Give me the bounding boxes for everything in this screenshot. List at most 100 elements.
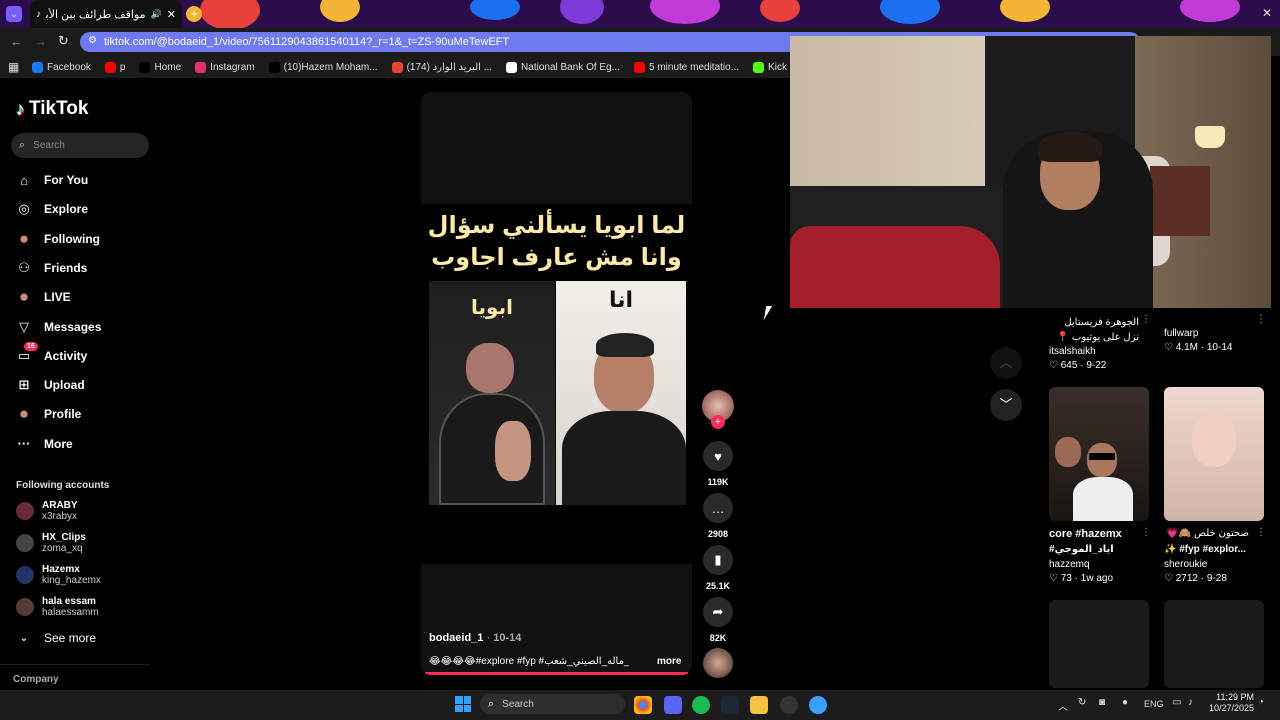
grid-author[interactable]: fullwarp xyxy=(1164,328,1198,339)
reload-icon[interactable]: ↻ xyxy=(58,33,69,49)
bookmark-item[interactable]: Home xyxy=(139,61,181,73)
video-progress-bar[interactable] xyxy=(425,672,688,675)
volume-icon[interactable]: ♪ xyxy=(1188,697,1193,708)
active-tab[interactable]: ♪ مواقف طرائف بين الأبناء والآ 🔊 ✕ xyxy=(30,0,182,28)
bookmark-label: 5 minute meditatio... xyxy=(649,61,740,73)
tray-chevron-icon[interactable]: ︿ xyxy=(1058,698,1068,713)
music-disc-avatar[interactable] xyxy=(703,648,733,678)
new-tab-icon[interactable]: + xyxy=(186,6,202,22)
share-icon[interactable]: ➦ xyxy=(703,597,733,627)
speaker-icon[interactable]: 🔊 xyxy=(151,9,162,20)
share-action[interactable]: ➦ 82K xyxy=(702,597,734,643)
nav-item-activity[interactable]: ▭ 16 Activity xyxy=(16,341,87,364)
thumb-shirt xyxy=(1073,477,1133,521)
nav-item-upload[interactable]: ⊞ Upload xyxy=(16,377,85,393)
grid-title-line2[interactable]: #اياد_الموجي xyxy=(1049,544,1114,555)
nav-item-for-you[interactable]: ⌂ For You xyxy=(16,172,88,188)
grid-title-line2[interactable]: ✨ #fyp #explor... xyxy=(1164,544,1246,555)
bookmark-item[interactable]: Kick xyxy=(753,61,787,73)
nav-item-more[interactable]: ··· More xyxy=(16,436,73,452)
microphone-icon[interactable]: ● xyxy=(1122,697,1128,708)
chrome-icon[interactable] xyxy=(634,696,652,714)
bookmark-item[interactable]: Instagram xyxy=(195,61,255,73)
bookmark-item[interactable]: Facebook xyxy=(32,61,91,73)
following-account[interactable]: Hazemx king_hazemx xyxy=(16,564,101,586)
sync-icon[interactable]: ↻ xyxy=(1078,697,1086,708)
grid-title[interactable]: core #hazemx xyxy=(1049,528,1122,540)
see-more-button[interactable]: ⌄ See more xyxy=(16,630,96,646)
controller-icon[interactable]: ◙ xyxy=(1099,697,1105,708)
close-tab-icon[interactable]: ✕ xyxy=(167,8,176,21)
like-action[interactable]: ♥ 119K xyxy=(702,441,734,487)
grid-title[interactable]: صحتون خلص 🙈💗 xyxy=(1164,528,1249,539)
nav-item-friends[interactable]: ⚇ Friends xyxy=(16,260,87,276)
nav-item-messages[interactable]: ▽ Messages xyxy=(16,319,101,335)
more-options-icon[interactable]: ⋮ xyxy=(1256,314,1266,325)
site-info-icon[interactable]: ⚙ xyxy=(88,35,97,46)
scroll-down-button[interactable]: ﹀ xyxy=(990,389,1022,421)
company-link[interactable]: Company xyxy=(13,674,59,685)
comment-action[interactable]: … 2908 xyxy=(702,493,734,539)
following-account[interactable]: hala essam halaessamm xyxy=(16,596,99,618)
grid-author[interactable]: itsalshaikh xyxy=(1049,346,1096,357)
nav-item-profile[interactable]: ● Profile xyxy=(16,404,81,423)
nav-item-explore[interactable]: ◎ Explore xyxy=(16,201,88,217)
video-thumbnail-placeholder[interactable] xyxy=(1164,600,1264,688)
more-options-icon[interactable]: ⋮ xyxy=(1256,527,1266,538)
following-account[interactable]: ARABY x3rabyx xyxy=(16,500,78,522)
notification-bell-icon[interactable]: ◔ xyxy=(1258,697,1264,708)
video-thumbnail[interactable] xyxy=(1049,387,1149,521)
follow-plus-icon[interactable]: + xyxy=(711,415,725,429)
forward-icon[interactable]: → xyxy=(34,34,47,49)
heart-icon[interactable]: ♥ xyxy=(703,441,733,471)
video-author[interactable]: bodaeid_1 xyxy=(429,632,483,644)
grid-likes: 645 xyxy=(1060,360,1078,371)
back-icon[interactable]: ← xyxy=(10,34,23,49)
nav-item-live[interactable]: ● LIVE xyxy=(16,287,71,306)
steam-icon[interactable] xyxy=(721,696,739,714)
bookmark-item[interactable]: National Bank Of Eg... xyxy=(506,61,620,73)
grid-stats: ♡ 2712 · 9-28 xyxy=(1164,573,1227,584)
network-icon[interactable]: ▭ xyxy=(1172,697,1181,708)
file-explorer-icon[interactable] xyxy=(750,696,768,714)
tab-search-chevron-icon[interactable]: ⌄ xyxy=(6,6,22,22)
comment-icon[interactable]: … xyxy=(703,493,733,523)
more-options-icon[interactable]: ⋮ xyxy=(1141,314,1151,325)
tiktok-logo[interactable]: ♪ TikTok xyxy=(16,98,88,120)
video-date: 10-14 xyxy=(493,632,522,644)
save-count: 25.1K xyxy=(705,581,731,591)
search-input[interactable]: ⌕ Search xyxy=(11,133,149,158)
grid-title[interactable]: الجوهرة فريستايل نزل على يوتيوب 📍 xyxy=(1049,315,1139,345)
clock[interactable]: 11:29 PM 10/27/2025 xyxy=(1206,692,1254,714)
tiktok-note-icon: ♪ xyxy=(16,98,25,119)
wallpaper-shape xyxy=(560,0,604,24)
grid-date: 1w ago xyxy=(1080,573,1114,584)
language-indicator[interactable]: ENG xyxy=(1144,699,1164,709)
video-thumbnail[interactable] xyxy=(1164,387,1264,521)
nav-item-following[interactable]: ● Following xyxy=(16,229,100,248)
browser-app-icon[interactable] xyxy=(809,696,827,714)
description-more-button[interactable]: more xyxy=(657,656,681,667)
window-close-icon[interactable]: ✕ xyxy=(1262,6,1272,20)
scroll-up-button[interactable]: ︿ xyxy=(990,347,1022,379)
spotify-icon[interactable] xyxy=(692,696,710,714)
video-player[interactable]: لما ابويا يسألني سؤال وانا مش عارف اجاوب… xyxy=(421,92,692,675)
taskbar-search[interactable]: ⌕ Search xyxy=(480,694,625,714)
discord-icon[interactable] xyxy=(664,696,682,714)
more-options-icon[interactable]: ⋮ xyxy=(1141,527,1151,538)
bookmark-icon[interactable]: ▮ xyxy=(703,545,733,575)
following-account[interactable]: HX_Clips zoma_xq xyxy=(16,532,86,554)
video-thumbnail-placeholder[interactable] xyxy=(1049,600,1149,688)
apps-grid-icon[interactable]: ▦ xyxy=(8,60,19,74)
paper-plane-icon: ▽ xyxy=(19,318,29,334)
save-action[interactable]: ▮ 25.1K xyxy=(702,545,734,591)
bookmark-item[interactable]: 5 minute meditatio... xyxy=(634,61,740,73)
bookmark-item[interactable]: (10)Hazem Moham... xyxy=(268,61,378,73)
windows-start-icon[interactable] xyxy=(455,696,471,712)
app-icon[interactable] xyxy=(780,696,798,714)
bookmark-item[interactable]: (174) البريد الوارد ... xyxy=(391,61,492,73)
grid-author[interactable]: hazzemq xyxy=(1049,559,1090,570)
grid-author[interactable]: sheroukie xyxy=(1164,559,1207,570)
bookmark-item[interactable]: p xyxy=(104,61,125,73)
see-more-label: See more xyxy=(44,631,97,645)
